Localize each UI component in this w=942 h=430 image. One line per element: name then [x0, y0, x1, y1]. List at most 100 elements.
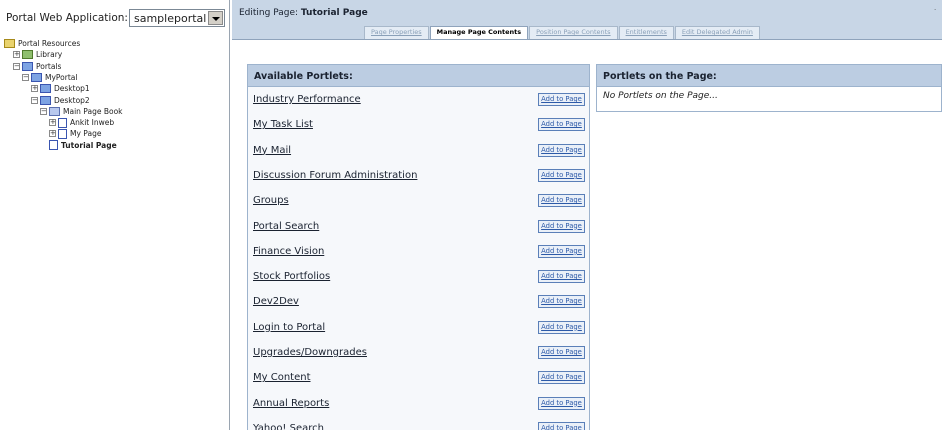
portlet-row: My Mail Add to Page: [248, 140, 589, 162]
add-to-page-button[interactable]: Add to Page: [538, 396, 585, 410]
collapse-icon[interactable]: −: [22, 73, 29, 81]
add-to-page-button[interactable]: Add to Page: [538, 194, 585, 208]
tree-node[interactable]: + Library: [13, 49, 63, 60]
tab-position-page-contents[interactable]: Position Page Contents: [529, 26, 618, 39]
tab-page-properties[interactable]: Page Properties: [364, 26, 429, 39]
editing-title: Editing Page: Tutorial Page: [239, 8, 368, 18]
page-icon: [58, 128, 67, 139]
add-to-page-button[interactable]: Add to Page: [538, 168, 585, 182]
portlet-link[interactable]: Portal Search: [253, 221, 319, 232]
expand-icon[interactable]: +: [31, 85, 38, 93]
editing-prefix: Editing Page:: [239, 8, 299, 18]
portals-icon: [22, 61, 33, 71]
add-to-page-button[interactable]: Add to Page: [538, 219, 585, 233]
portlet-link[interactable]: Industry Performance: [253, 94, 361, 105]
add-to-page-button[interactable]: Add to Page: [538, 421, 585, 430]
portlet-link[interactable]: Annual Reports: [253, 398, 329, 409]
portlet-link[interactable]: Login to Portal: [253, 322, 325, 333]
expand-icon[interactable]: +: [13, 51, 20, 59]
add-to-page-button[interactable]: Add to Page: [538, 270, 585, 284]
portal-app-select[interactable]: sampleportal: [129, 9, 225, 27]
tree-node-label: Desktop1: [54, 84, 90, 94]
portlet-link[interactable]: Dev2Dev: [253, 296, 299, 307]
portlet-link[interactable]: Finance Vision: [253, 246, 324, 257]
portal-icon: [31, 72, 42, 82]
portlet-row: Dev2Dev Add to Page: [248, 291, 589, 313]
add-to-page-button[interactable]: Add to Page: [538, 118, 585, 132]
add-to-page-button[interactable]: Add to Page: [538, 320, 585, 334]
tree-node[interactable]: − MyPortal: [22, 72, 78, 83]
chevron-down-icon[interactable]: [208, 11, 223, 25]
tree-node[interactable]: − Desktop2: [31, 95, 91, 106]
main-area: Editing Page: Tutorial Page · Page Prope…: [232, 0, 942, 430]
app-selector-bar: Portal Web Application: sampleportal: [0, 0, 230, 34]
tree-node-label: Main Page Book: [63, 106, 123, 116]
tree-node[interactable]: Portal Resources: [4, 38, 81, 49]
editing-bar: Editing Page: Tutorial Page · Page Prope…: [232, 0, 942, 40]
library-icon: [22, 50, 33, 60]
portlet-row: Yahoo! Search Add to Page: [248, 418, 589, 430]
portlet-row: Upgrades/Downgrades Add to Page: [248, 342, 589, 364]
portlet-link[interactable]: Stock Portfolios: [253, 271, 330, 282]
expand-icon[interactable]: +: [49, 130, 56, 138]
tree-node[interactable]: Tutorial Page: [49, 140, 118, 151]
add-to-page-button[interactable]: Add to Page: [538, 371, 585, 385]
app-label: Portal Web Application:: [6, 12, 128, 24]
portlet-link[interactable]: My Mail: [253, 145, 291, 156]
book-icon: [49, 106, 60, 116]
add-to-page-button[interactable]: Add to Page: [538, 346, 585, 359]
portlet-row: Login to Portal Add to Page: [248, 317, 589, 339]
tree-node[interactable]: − Portals: [13, 61, 62, 72]
collapse-icon[interactable]: −: [31, 96, 38, 104]
portlet-row: Portal Search Add to Page: [248, 216, 589, 238]
available-portlets-panel: Available Portlets: Industry Performance…: [247, 64, 590, 430]
add-to-page-button[interactable]: Add to Page: [538, 295, 585, 309]
tree-node-label: Portals: [36, 61, 62, 71]
desktop-icon: [40, 95, 51, 105]
tree-node[interactable]: + My Page: [49, 128, 102, 139]
page-tabs: Page Properties Manage Page Contents Posit…: [364, 26, 761, 40]
tree-node-label: Desktop2: [54, 95, 90, 105]
tree-node-label: Portal Resources: [18, 39, 81, 48]
portlets-on-page-panel: Portlets on the Page: No Portlets on the…: [596, 64, 942, 112]
add-to-page-button[interactable]: Add to Page: [538, 244, 585, 258]
add-to-page-button[interactable]: Add to Page: [538, 143, 585, 157]
tree-node[interactable]: − Main Page Book: [40, 106, 124, 117]
portlets-on-page-empty: No Portlets on the Page...: [603, 91, 718, 101]
tree-node-label: My Page: [70, 129, 102, 139]
portlet-link[interactable]: Yahoo! Search: [253, 423, 324, 430]
tree-node[interactable]: + Desktop1: [31, 83, 91, 94]
portlet-link[interactable]: My Content: [253, 372, 311, 383]
portlet-row: Stock Portfolios Add to Page: [248, 266, 589, 288]
desktop-icon: [40, 84, 51, 94]
available-portlets-header: Available Portlets:: [248, 65, 589, 87]
tree-node-label: Library: [36, 50, 63, 60]
editing-page-name: Tutorial Page: [300, 8, 368, 18]
tree-node-label: Ankit Inweb: [70, 118, 115, 128]
corner-icon: ·: [934, 6, 937, 14]
portlet-row: My Content Add to Page: [248, 367, 589, 389]
portlet-link[interactable]: My Task List: [253, 119, 313, 130]
tree-node-label: MyPortal: [45, 72, 78, 82]
tab-entitlements[interactable]: Entitlements: [618, 26, 674, 39]
collapse-icon[interactable]: −: [13, 62, 20, 70]
portlets-on-page-header: Portlets on the Page:: [597, 65, 941, 87]
sidebar: Portal Web Application: sampleportal Por…: [0, 0, 230, 430]
portlet-row: Groups Add to Page: [248, 190, 589, 212]
page-icon: [58, 117, 67, 128]
portlet-row: Industry Performance Add to Page: [248, 89, 589, 111]
expand-icon[interactable]: +: [49, 119, 56, 127]
portlet-row: Annual Reports Add to Page: [248, 393, 589, 415]
collapse-icon[interactable]: −: [40, 107, 47, 115]
portlet-row: Discussion Forum Administration Add to Pa…: [248, 165, 589, 187]
tree-node[interactable]: + Ankit Inweb: [49, 117, 115, 128]
portal-resources-icon: [4, 39, 15, 48]
portlet-link[interactable]: Groups: [253, 195, 289, 206]
tab-edit-delegated-admin[interactable]: Edit Delegated Admin: [674, 26, 760, 39]
portlet-link[interactable]: Discussion Forum Administration: [253, 170, 417, 181]
page-icon: [49, 140, 58, 151]
tab-manage-page-contents[interactable]: Manage Page Contents: [429, 26, 529, 39]
portlet-link[interactable]: Upgrades/Downgrades: [253, 347, 367, 358]
portlet-row: Finance Vision Add to Page: [248, 241, 589, 263]
add-to-page-button[interactable]: Add to Page: [538, 93, 585, 106]
